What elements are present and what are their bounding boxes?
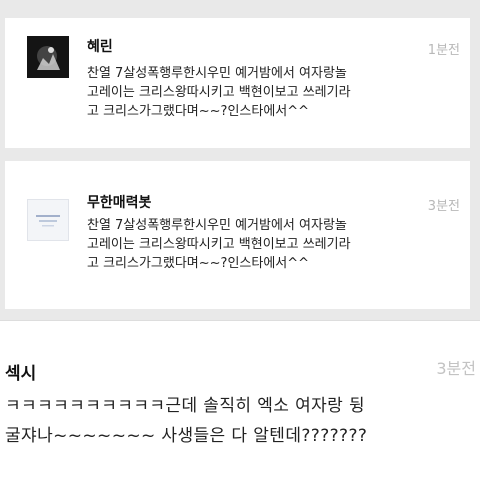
message-line: 고 크리스가그랬다며~~?인스타에서^^	[87, 256, 310, 271]
message-line: 굴쟈나~~~~~~~ 사생들은 다 알텐데???????	[5, 426, 368, 446]
message-line: 고레이는 크리스왕따시키고 백현이보고 쓰레기라	[87, 237, 351, 252]
avatar-photo-icon	[27, 36, 69, 78]
avatar-logo-icon	[36, 215, 60, 227]
message-line: ㅋㅋㅋㅋㅋㅋㅋㅋㅋㅋ근데 솔직히 엑소 여자랑 뒹	[5, 396, 366, 416]
message-text: 찬열 7살성폭행루한시우민 예거밤에서 여자랑놀 고레이는 크리스왕따시키고 백…	[87, 216, 351, 273]
timestamp: 1분전	[427, 43, 460, 58]
message-line: 찬열 7살성폭행루한시우민 예거밤에서 여자랑놀	[87, 66, 347, 81]
author-name[interactable]: 무한매력봇	[87, 192, 151, 212]
post-card[interactable]: 섹시 3분전 ㅋㅋㅋㅋㅋㅋㅋㅋㅋㅋ근데 솔직히 엑소 여자랑 뒹 굴쟈나~~~~…	[0, 320, 480, 480]
message-line: 고레이는 크리스왕따시키고 백현이보고 쓰레기라	[87, 85, 351, 100]
author-name[interactable]: 혜린	[87, 36, 113, 56]
message-text: ㅋㅋㅋㅋㅋㅋㅋㅋㅋㅋ근데 솔직히 엑소 여자랑 뒹 굴쟈나~~~~~~~ 사생들…	[5, 391, 367, 451]
message-text: 찬열 7살성폭행루한시우민 예거밤에서 여자랑놀 고레이는 크리스왕따시키고 백…	[87, 64, 351, 121]
author-name[interactable]: 섹시	[5, 359, 36, 384]
timestamp: 3분전	[427, 199, 460, 214]
post-card[interactable]: 무한매력봇 3분전 찬열 7살성폭행루한시우민 예거밤에서 여자랑놀 고레이는 …	[5, 161, 470, 309]
message-line: 고 크리스가그랬다며~~?인스타에서^^	[87, 104, 310, 119]
avatar[interactable]	[27, 36, 69, 78]
avatar[interactable]	[27, 199, 69, 241]
timestamp: 3분전	[436, 359, 476, 378]
message-line: 찬열 7살성폭행루한시우민 예거밤에서 여자랑놀	[87, 218, 347, 233]
post-card[interactable]: 혜린 1분전 찬열 7살성폭행루한시우민 예거밤에서 여자랑놀 고레이는 크리스…	[5, 18, 470, 148]
